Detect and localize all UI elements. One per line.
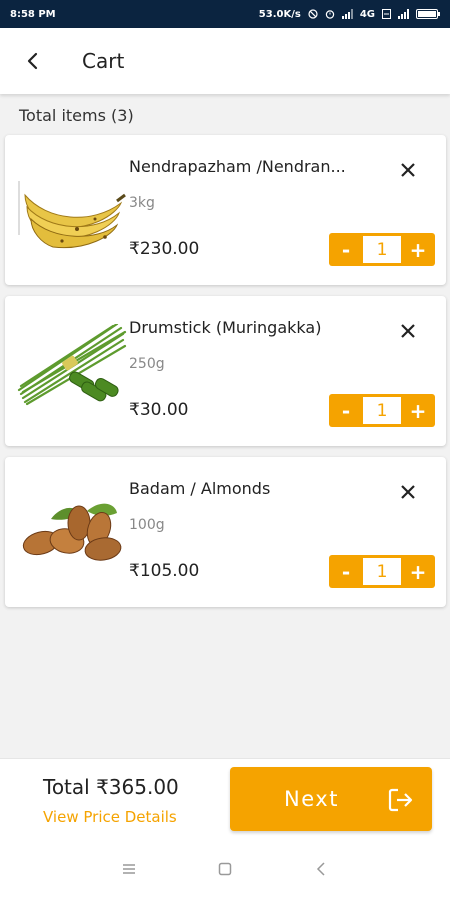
product-name: Nendrapazham /Nendran...	[129, 157, 346, 176]
status-bar: 8:58 PM 53.0K/s 4G	[0, 0, 450, 28]
decrease-button[interactable]: -	[329, 555, 363, 588]
total-value: ₹365.00	[96, 775, 179, 799]
close-icon	[401, 485, 415, 499]
cart-item: Badam / Almonds 100g ₹105.00 - 1 +	[5, 457, 446, 607]
checkout-bar: Total ₹365.00 View Price Details Next	[0, 758, 450, 838]
cart-item: Drumstick (Muringakka) 250g ₹30.00 - 1 +	[5, 296, 446, 446]
product-price: ₹230.00	[129, 239, 200, 259]
increase-button[interactable]: +	[401, 555, 435, 588]
home-square-icon	[218, 862, 232, 876]
drumstick-image	[17, 324, 127, 406]
product-price: ₹30.00	[129, 400, 189, 420]
status-time: 8:58 PM	[10, 8, 56, 20]
quantity-value: 1	[363, 397, 401, 424]
quantity-value: 1	[363, 236, 401, 263]
remove-item-button[interactable]	[393, 477, 423, 507]
almonds-image	[22, 503, 122, 561]
product-quantity: 3kg	[129, 195, 155, 211]
next-button-label: Next	[284, 787, 339, 811]
quantity-stepper: - 1 +	[329, 233, 435, 266]
product-quantity: 100g	[129, 517, 165, 533]
view-price-details-link[interactable]: View Price Details	[43, 808, 177, 826]
back-button[interactable]	[0, 28, 66, 94]
close-icon	[401, 163, 415, 177]
close-icon	[401, 324, 415, 338]
menu-button[interactable]	[116, 856, 142, 882]
increase-button[interactable]: +	[401, 394, 435, 427]
product-price: ₹105.00	[129, 561, 200, 581]
signal-icon	[341, 9, 353, 19]
decrease-button[interactable]: -	[329, 233, 363, 266]
exit-arrow-icon	[388, 788, 413, 812]
no-disturb-icon	[308, 9, 318, 19]
quantity-value: 1	[363, 558, 401, 585]
page-title: Cart	[82, 49, 125, 73]
status-icons: 53.0K/s 4G	[258, 8, 440, 20]
cart-total: Total ₹365.00	[43, 775, 179, 799]
decrease-button[interactable]: -	[329, 394, 363, 427]
banana-image	[18, 181, 126, 249]
product-quantity: 250g	[129, 356, 165, 372]
nav-back-button[interactable]	[308, 856, 334, 882]
alarm-icon	[325, 10, 335, 19]
remove-item-button[interactable]	[393, 155, 423, 185]
product-name: Badam / Almonds	[129, 479, 271, 498]
back-arrow-icon	[27, 52, 38, 70]
total-items-label: Total items (3)	[19, 106, 134, 125]
system-nav-bar	[0, 838, 450, 900]
signal-icon	[398, 9, 409, 19]
home-button[interactable]	[212, 856, 238, 882]
network-type: 4G	[359, 8, 375, 20]
increase-button[interactable]: +	[401, 233, 435, 266]
product-name: Drumstick (Muringakka)	[129, 318, 322, 337]
menu-icon	[123, 864, 135, 874]
cart-item: Nendrapazham /Nendran... 3kg ₹230.00 - 1…	[5, 135, 446, 285]
network-speed: 53.0K/s	[258, 8, 301, 20]
quantity-stepper: - 1 +	[329, 555, 435, 588]
app-bar: Cart	[0, 28, 450, 94]
volte-icon	[382, 9, 391, 19]
quantity-stepper: - 1 +	[329, 394, 435, 427]
battery-icon	[416, 9, 440, 19]
total-label: Total	[43, 775, 90, 799]
next-button[interactable]: Next	[230, 767, 432, 831]
remove-item-button[interactable]	[393, 316, 423, 346]
chevron-left-icon	[316, 862, 325, 876]
